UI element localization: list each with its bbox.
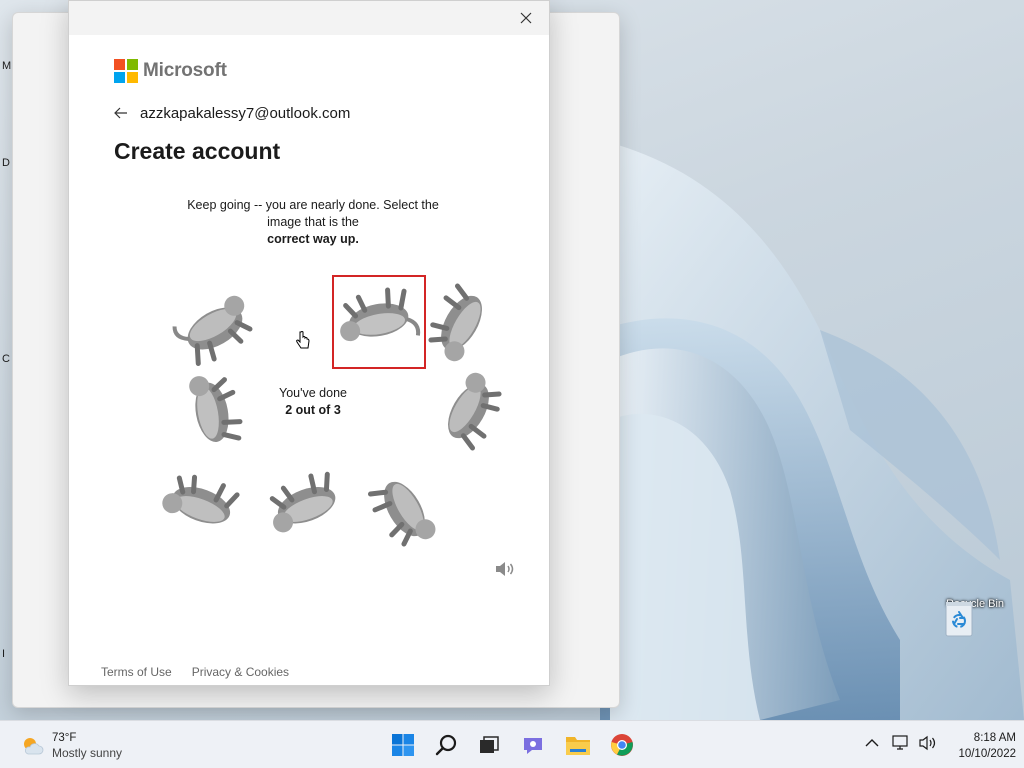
close-icon bbox=[520, 12, 532, 24]
recycle-bin-icon bbox=[945, 602, 973, 637]
dialog-footer: Terms of Use Privacy & Cookies bbox=[101, 665, 289, 679]
page-title: Create account bbox=[114, 138, 281, 164]
challenge-image-tile[interactable] bbox=[419, 363, 511, 455]
back-arrow-icon bbox=[114, 107, 127, 119]
chrome-icon bbox=[611, 734, 633, 756]
clock-time: 8:18 AM bbox=[973, 732, 1016, 744]
chrome-button[interactable] bbox=[608, 731, 636, 759]
taskbar: 73°F Mostly sunny 8:18 AM 10/10/2022 bbox=[0, 720, 1024, 768]
identity-email: azzkapakalessy7@outlook.com bbox=[140, 104, 351, 122]
network-button[interactable] bbox=[890, 733, 910, 753]
speaker-icon bbox=[496, 562, 514, 576]
terms-of-use-link[interactable]: Terms of Use bbox=[101, 665, 172, 679]
task-view-icon bbox=[480, 736, 499, 753]
volume-button[interactable] bbox=[918, 733, 938, 753]
close-button[interactable] bbox=[515, 8, 537, 28]
instruction-text: Keep going -- you are nearly done. Selec… bbox=[187, 198, 439, 229]
create-account-dialog: Microsoft azzkapakalessy7@outlook.com Cr… bbox=[68, 0, 550, 686]
weather-widget[interactable]: 73°F Mostly sunny bbox=[20, 731, 122, 761]
partly-sunny-icon bbox=[24, 738, 44, 755]
privacy-cookies-link[interactable]: Privacy & Cookies bbox=[192, 665, 289, 679]
taskbar-clock[interactable]: 8:18 AM 10/10/2022 bbox=[946, 730, 1016, 762]
system-tray bbox=[862, 733, 938, 753]
microsoft-brand-text: Microsoft bbox=[143, 60, 227, 81]
rotated-animal-image bbox=[172, 295, 253, 367]
audio-challenge-button[interactable] bbox=[494, 560, 516, 578]
clock-date: 10/10/2022 bbox=[958, 748, 1016, 760]
start-button[interactable] bbox=[389, 731, 417, 759]
rotated-animal-image bbox=[162, 474, 240, 524]
challenge-image-tile[interactable] bbox=[167, 279, 259, 371]
search-icon bbox=[435, 734, 457, 756]
search-button[interactable] bbox=[433, 731, 461, 759]
desktop-label-fragment: I bbox=[2, 648, 6, 660]
image-rotation-challenge: Keep going -- you are nearly done. Selec… bbox=[162, 175, 514, 587]
hand-cursor-icon bbox=[296, 331, 310, 349]
desktop-label-fragment: M bbox=[2, 60, 12, 72]
identity-row: azzkapakalessy7@outlook.com bbox=[114, 103, 350, 123]
network-icon bbox=[892, 735, 908, 750]
start-icon bbox=[392, 734, 414, 756]
challenge-image-tile[interactable] bbox=[419, 279, 511, 371]
microsoft-logo: Microsoft bbox=[114, 59, 227, 83]
rotated-animal-image bbox=[340, 287, 421, 342]
teams-chat-icon bbox=[524, 738, 542, 754]
desktop-label-fragment: D bbox=[2, 157, 10, 169]
recycle-bin-shortcut[interactable]: Recycle Bin bbox=[942, 598, 1008, 664]
teams-chat-button[interactable] bbox=[519, 731, 547, 759]
instruction-emphasis: correct way up. bbox=[267, 232, 359, 246]
progress-count: 2 out of 3 bbox=[285, 403, 341, 417]
microsoft-logo-icon bbox=[114, 59, 138, 83]
file-explorer-button[interactable] bbox=[564, 731, 592, 759]
challenge-progress: You've done 2 out of 3 bbox=[268, 385, 358, 419]
chevron-up-icon bbox=[865, 739, 879, 747]
weather-temperature: 73°F bbox=[52, 732, 77, 744]
challenge-image-tile[interactable] bbox=[162, 367, 254, 459]
rotated-animal-image bbox=[448, 372, 502, 451]
desktop-label-fragment: C bbox=[2, 353, 10, 365]
weather-description: Mostly sunny bbox=[52, 746, 123, 760]
volume-icon bbox=[919, 735, 936, 751]
rotated-animal-image bbox=[367, 481, 436, 547]
progress-label: You've done bbox=[279, 386, 347, 400]
challenge-image-tile-selected[interactable] bbox=[332, 275, 426, 369]
task-view-button[interactable] bbox=[475, 731, 503, 759]
file-explorer-icon bbox=[566, 737, 590, 755]
dialog-title-bar bbox=[69, 1, 549, 35]
challenge-image-tile[interactable] bbox=[262, 463, 354, 555]
rotated-animal-image bbox=[428, 283, 482, 362]
show-hidden-icons-button[interactable] bbox=[862, 733, 882, 753]
challenge-image-tile[interactable] bbox=[154, 463, 246, 555]
back-button[interactable] bbox=[114, 103, 136, 123]
challenge-image-tile[interactable] bbox=[362, 461, 454, 553]
challenge-instruction: Keep going -- you are nearly done. Selec… bbox=[178, 197, 448, 248]
rotated-animal-image bbox=[189, 376, 243, 442]
rotated-animal-image bbox=[269, 471, 336, 533]
